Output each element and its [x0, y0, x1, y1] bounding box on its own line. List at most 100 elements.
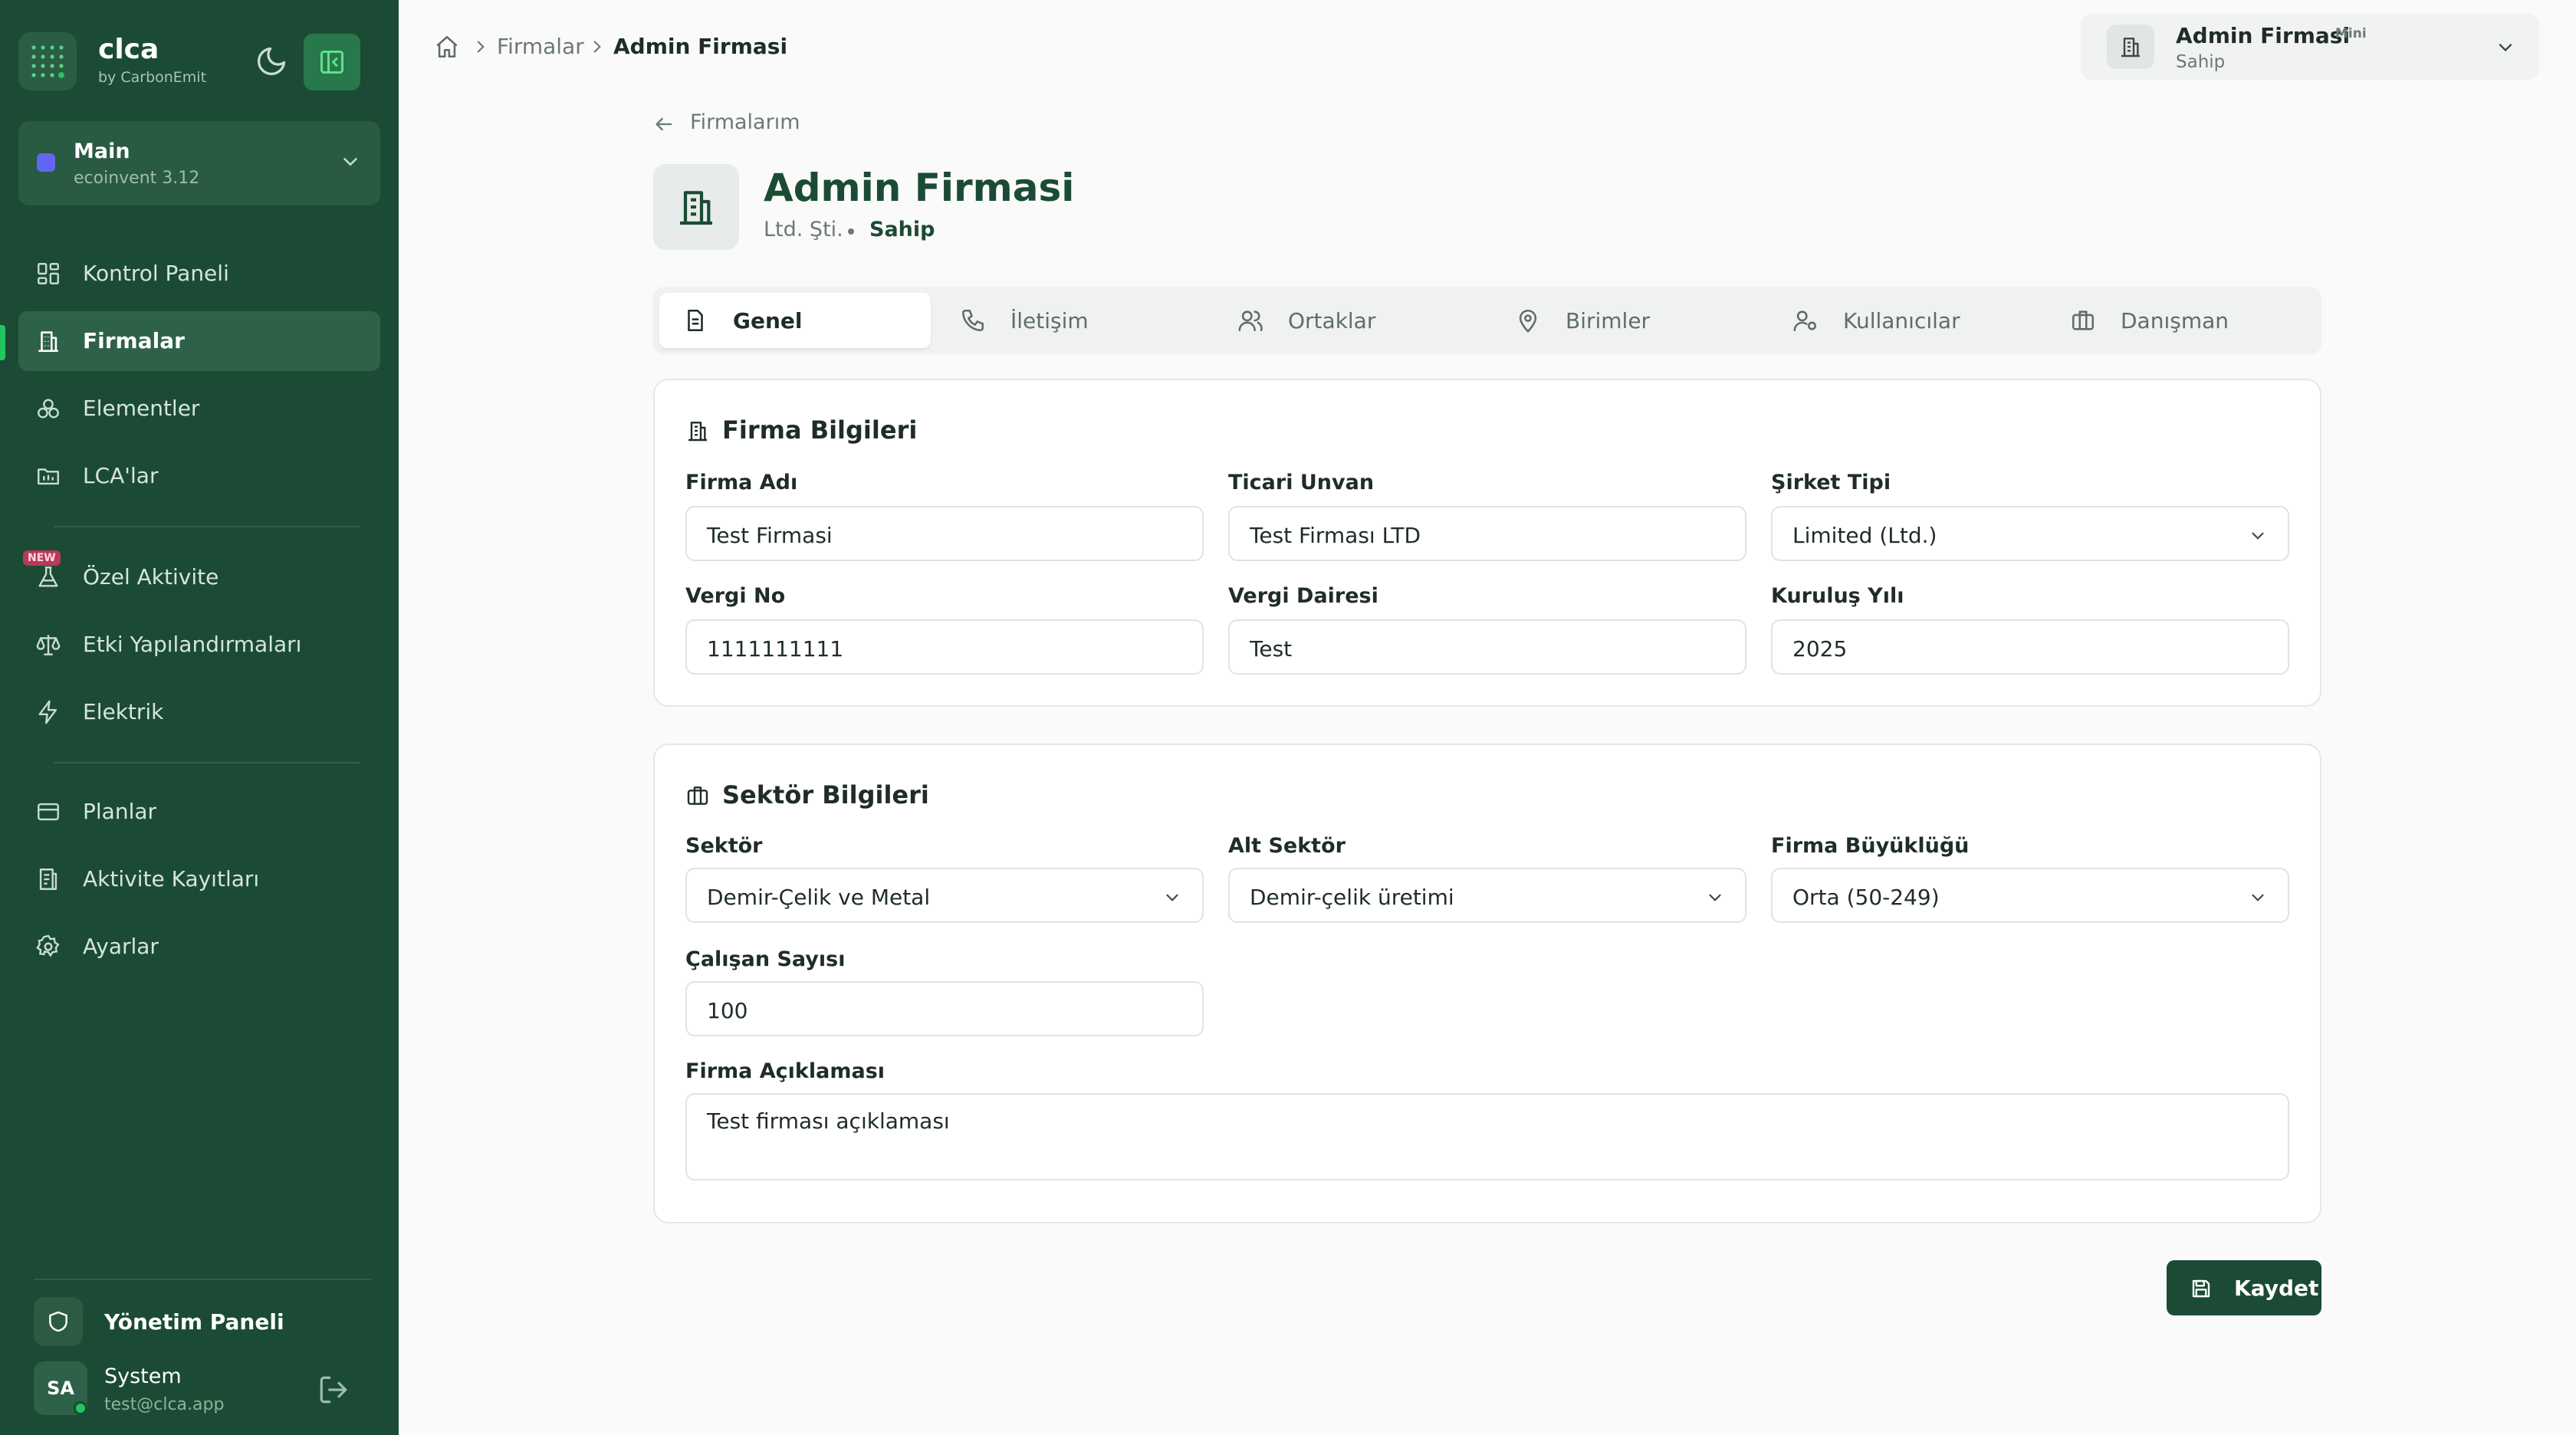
sidebar-item-ayarlar[interactable]: Ayarlar	[18, 917, 380, 977]
sidebar-divider	[54, 526, 360, 527]
tax-office-label: Vergi Dairesi	[1228, 584, 1378, 608]
description-value: Test firması açıklaması	[707, 1108, 950, 1134]
gear-icon	[36, 934, 60, 957]
founded-year-input[interactable]: 2025	[1771, 619, 2289, 675]
sidebar-item-aktivite-kayitlari[interactable]: Aktivite Kayıtları	[18, 849, 380, 909]
admin-panel-label: Yönetim Paneli	[104, 1309, 284, 1335]
description-textarea[interactable]: Test firması açıklaması	[685, 1093, 2289, 1181]
sector-info-card: Sektör Bilgileri Sektör Demir-Çelik ve M…	[653, 744, 2321, 1223]
employee-count-input[interactable]: 100	[685, 981, 1204, 1036]
tab-label: Birimler	[1566, 308, 1651, 333]
sidebar-item-ozel-aktivite[interactable]: Özel Aktivite	[18, 547, 380, 607]
card-icon	[38, 803, 59, 821]
sidebar-item-elektrik[interactable]: Elektrik	[18, 682, 380, 742]
chevron-right-icon	[477, 41, 485, 53]
logout-button[interactable]	[317, 1374, 350, 1406]
save-button[interactable]: Kaydet	[2167, 1260, 2321, 1315]
log-icon	[39, 869, 58, 890]
users-icon	[1238, 310, 1263, 332]
tax-no-input[interactable]: 1111111111	[685, 619, 1204, 675]
shield-icon	[49, 1311, 67, 1332]
sidebar-item-etki-yapilandirmalari[interactable]: Etki Yapılandırmaları	[18, 615, 380, 675]
briefcase-icon	[2072, 310, 2095, 330]
card-title-text: Sektör Bilgileri	[722, 780, 929, 809]
sidebar-item-label: Elektrik	[83, 699, 164, 724]
description-label: Firma Açıklaması	[685, 1059, 886, 1083]
user-gear-icon	[1793, 310, 1817, 332]
logo-dots-icon	[31, 45, 64, 78]
bolt-icon	[38, 700, 58, 724]
trade-name-input[interactable]: Test Firması LTD	[1228, 506, 1746, 561]
sidebar-item-firmalar[interactable]: Firmalar	[18, 311, 380, 371]
tab-label: İletişim	[1010, 308, 1089, 333]
tab-kullanicilar[interactable]: Kullanıcılar	[1769, 293, 2041, 348]
firm-name-value: Test Firmasi	[707, 523, 833, 548]
sidebar-item-label: Kontrol Paneli	[83, 261, 229, 286]
collapse-sidebar-button[interactable]	[304, 34, 360, 90]
online-status-dot	[74, 1401, 87, 1415]
save-icon	[2192, 1279, 2210, 1298]
firm-size-select[interactable]: Orta (50-249)	[1771, 868, 2289, 923]
company-type-label: Şirket Tipi	[1771, 471, 1891, 494]
sidebar-item-label: Firmalar	[83, 328, 185, 353]
admin-panel-link[interactable]: Yönetim Paneli	[34, 1297, 371, 1346]
tab-genel[interactable]: Genel	[659, 293, 931, 348]
lca-folder-icon	[38, 468, 59, 485]
brand-name: clca	[98, 34, 159, 65]
sidebar-item-kontrol-paneli[interactable]: Kontrol Paneli	[18, 244, 380, 304]
sidebar-divider	[34, 1279, 371, 1280]
app-root: clca by CarbonEmit Main ecoinvent 3.12 K…	[0, 0, 2576, 1435]
company-switcher[interactable]: Admin Firmasi Mini Sahip	[2081, 14, 2539, 80]
home-icon[interactable]	[434, 34, 460, 60]
brand-subtitle: by CarbonEmit	[98, 69, 207, 86]
building-icon	[38, 331, 58, 353]
employee-count-value: 100	[707, 998, 748, 1023]
sidebar-item-lcalar[interactable]: LCA'lar	[18, 446, 380, 506]
tax-no-value: 1111111111	[707, 636, 844, 662]
company-icon-box	[2107, 25, 2154, 69]
logo[interactable]	[18, 32, 77, 90]
tab-danisman[interactable]: Danışman	[2047, 293, 2318, 348]
firm-info-card: Firma Bilgileri Firma Adı Test Firmasi T…	[653, 379, 2321, 707]
panel-collapse-icon	[320, 51, 343, 74]
sector-select[interactable]: Demir-Çelik ve Metal	[685, 868, 1204, 923]
role-text: Sahip	[869, 218, 935, 241]
sub-sector-value: Demir-çelik üretimi	[1250, 885, 1454, 910]
admin-shield-box	[34, 1297, 83, 1346]
sidebar: clca by CarbonEmit Main ecoinvent 3.12 K…	[0, 0, 399, 1435]
flask-icon	[38, 566, 58, 587]
elements-icon	[38, 399, 59, 419]
breadcrumb-firmalar[interactable]: Firmalar	[497, 34, 584, 59]
chevron-right-icon	[593, 41, 601, 53]
sidebar-item-planlar[interactable]: Planlar	[18, 782, 380, 842]
chevron-down-icon	[2252, 894, 2264, 901]
back-link-label: Firmalarım	[690, 110, 800, 134]
company-switcher-role: Sahip	[2176, 52, 2226, 72]
separator-dot	[848, 228, 854, 235]
card-title-text: Firma Bilgileri	[722, 415, 918, 445]
tax-no-label: Vergi No	[685, 584, 786, 608]
logout-icon	[320, 1376, 347, 1404]
tab-birimler[interactable]: Birimler	[1492, 293, 1763, 348]
tab-iletisim[interactable]: İletişim	[937, 293, 1208, 348]
arrow-left-icon	[656, 117, 672, 131]
firm-name-input[interactable]: Test Firmasi	[685, 506, 1204, 561]
sidebar-item-label: Özel Aktivite	[83, 564, 219, 589]
company-type-select[interactable]: Limited (Ltd.)	[1771, 506, 2289, 561]
page-title: Admin Firmasi	[764, 166, 1075, 210]
sidebar-item-label: LCA'lar	[83, 463, 159, 488]
map-pin-icon	[1519, 309, 1537, 333]
theme-toggle-button[interactable]	[255, 44, 288, 78]
chevron-down-icon	[2499, 44, 2512, 52]
tab-label: Ortaklar	[1288, 308, 1376, 333]
tab-ortaklar[interactable]: Ortaklar	[1214, 293, 1486, 348]
sub-sector-select[interactable]: Demir-çelik üretimi	[1228, 868, 1746, 923]
scale-icon	[36, 635, 61, 655]
sidebar-divider	[54, 762, 360, 763]
sector-label: Sektör	[685, 834, 763, 858]
tax-office-input[interactable]: Test	[1228, 619, 1746, 675]
sector-value: Demir-Çelik ve Metal	[707, 885, 931, 910]
chevron-down-icon	[1709, 894, 1721, 901]
database-selector[interactable]: Main ecoinvent 3.12	[18, 121, 380, 205]
sidebar-item-elementler[interactable]: Elementler	[18, 379, 380, 438]
